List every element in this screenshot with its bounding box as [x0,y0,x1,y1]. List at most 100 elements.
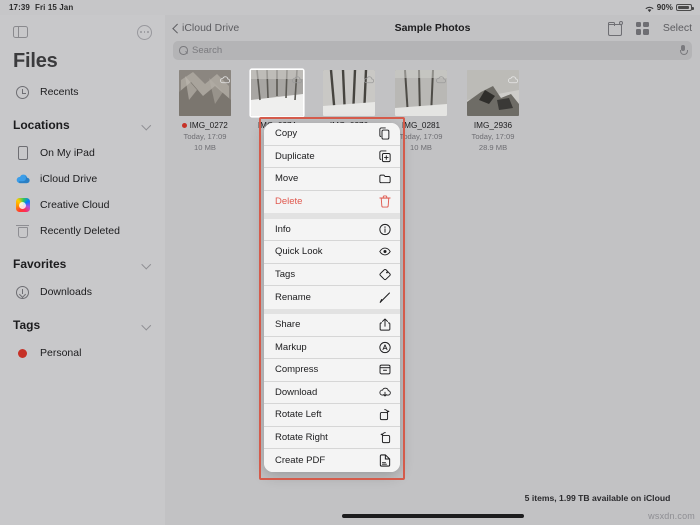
icloud-badge-icon [436,71,446,84]
info-circle-icon [379,223,391,236]
rotate-left-icon [379,408,391,421]
sidebar-item-label: On My iPad [40,147,95,159]
icloud-badge-icon [220,71,230,84]
tag-icon [379,268,391,281]
sidebar-group-label: Tags [13,318,41,332]
menu-item-rotate-left[interactable]: Rotate Left [264,404,400,427]
pencil-icon [379,291,391,304]
create-pdf-icon [379,454,391,467]
trash-icon [15,224,30,239]
navigation-bar: iCloud Drive Sample Photos Select [165,15,700,41]
new-folder-icon[interactable] [607,21,623,36]
sidebar-group-label: Locations [13,118,70,132]
ipad-icon [15,146,30,161]
sidebar-item-recents[interactable]: Recents [0,79,165,105]
trash-icon [379,195,391,208]
ipad-files-app-screen: 17:39 Fri 15 Jan 90% Files Recents Locat… [0,0,700,525]
file-name: IMG_0272 [179,121,231,130]
sidebar-item-icloud-drive[interactable]: iCloud Drive [0,166,165,192]
file-item[interactable]: IMG_0281 Today, 17:09 10 MB [395,70,447,152]
microphone-icon[interactable] [680,45,688,56]
icloud-badge-icon [364,71,374,84]
menu-item-label: Rotate Left [275,409,322,421]
menu-item-info[interactable]: Info [264,218,400,241]
file-date: Today, 17:09 [183,132,227,141]
menu-item-copy[interactable]: Copy [264,123,400,146]
search-icon [179,46,188,55]
navbar-actions: Select [607,21,692,36]
thumbnail-wrapper[interactable] [323,70,375,116]
menu-item-label: Create PDF [275,454,326,466]
icloud-badge-icon [292,71,302,84]
search-input[interactable]: Search [192,45,222,56]
file-item[interactable]: IMG_2936 Today, 17:09 28.9 MB [467,70,519,152]
menu-item-rotate-right[interactable]: Rotate Right [264,426,400,449]
file-size: 10 MB [194,143,216,152]
file-item[interactable]: IMG_0272 Today, 17:09 10 MB [179,70,231,152]
menu-item-label: Info [275,223,291,235]
folder-icon [379,172,391,185]
thumbnail-wrapper[interactable] [179,70,231,116]
compress-icon [379,363,391,376]
menu-item-label: Quick Look [275,246,323,258]
chevron-down-icon[interactable] [143,321,151,329]
thumbnail-wrapper[interactable] [395,70,447,116]
sidebar-item-label: Personal [40,347,82,359]
menu-item-markup[interactable]: Markup [264,336,400,359]
icloud-badge-icon [508,71,518,84]
status-bar: 17:39 Fri 15 Jan 90% [0,0,700,15]
sidebar-item-creative-cloud[interactable]: Creative Cloud [0,192,165,218]
menu-item-move[interactable]: Move [264,168,400,191]
menu-item-label: Delete [275,196,303,208]
file-size: 28.9 MB [478,143,508,152]
file-size: 10 MB [410,143,432,152]
menu-item-label: Compress [275,364,319,376]
menu-item-label: Download [275,386,318,398]
status-bar-right: 90% [645,3,694,12]
rotate-right-icon [379,431,391,444]
sidebar-item-personal-tag[interactable]: Personal [0,340,165,366]
menu-item-label: Move [275,173,299,185]
more-options-icon[interactable] [137,24,152,40]
sidebar-group-label: Favorites [13,257,67,271]
menu-item-duplicate[interactable]: Duplicate [264,145,400,168]
page-title: Files [13,50,58,72]
menu-item-tags[interactable]: Tags [264,263,400,286]
menu-item-label: Rename [275,291,311,303]
sidebar-group-favorites[interactable]: Favorites [0,249,165,279]
sidebar-item-downloads[interactable]: Downloads [0,279,165,305]
menu-item-create-pdf[interactable]: Create PDF [264,449,400,472]
status-date: Fri 15 Jan [34,3,74,12]
grid-view-icon[interactable] [635,21,649,35]
menu-item-compress[interactable]: Compress [264,359,400,382]
menu-item-delete[interactable]: Delete [264,190,400,213]
menu-item-share[interactable]: Share [264,314,400,337]
main-content: iCloud Drive Sample Photos Select Search [165,15,700,525]
sidebar-group-tags[interactable]: Tags [0,310,165,340]
download-circle-icon [15,285,30,300]
context-menu: Copy Duplicate Move Delete Info Quick Lo… [264,123,400,472]
sidebar-item-recently-deleted[interactable]: Recently Deleted [0,218,165,244]
thumbnail-wrapper[interactable] [467,70,519,116]
duplicate-icon [379,150,391,163]
sidebar-item-on-my-ipad[interactable]: On My iPad [0,140,165,166]
sidebar-header [0,15,165,49]
sidebar-item-label: Creative Cloud [40,199,110,211]
eye-icon [379,245,391,258]
sidebar-toggle-icon[interactable] [13,25,28,39]
search-bar[interactable]: Search [173,41,692,60]
thumbnail-wrapper[interactable] [251,70,303,116]
menu-item-download[interactable]: Download [264,381,400,404]
select-button[interactable]: Select [663,22,692,34]
sidebar-group-locations[interactable]: Locations [0,110,165,140]
sidebar-item-label: Recents [40,86,79,98]
tag-dot-icon [182,123,188,128]
red-dot-icon [15,346,30,361]
menu-item-quick-look[interactable]: Quick Look [264,241,400,264]
file-name: IMG_0281 [401,121,441,130]
menu-item-rename[interactable]: Rename [264,286,400,309]
status-time: 17:39 [9,3,30,12]
chevron-down-icon[interactable] [143,260,151,268]
chevron-down-icon[interactable] [143,121,151,129]
menu-item-label: Copy [275,128,298,140]
